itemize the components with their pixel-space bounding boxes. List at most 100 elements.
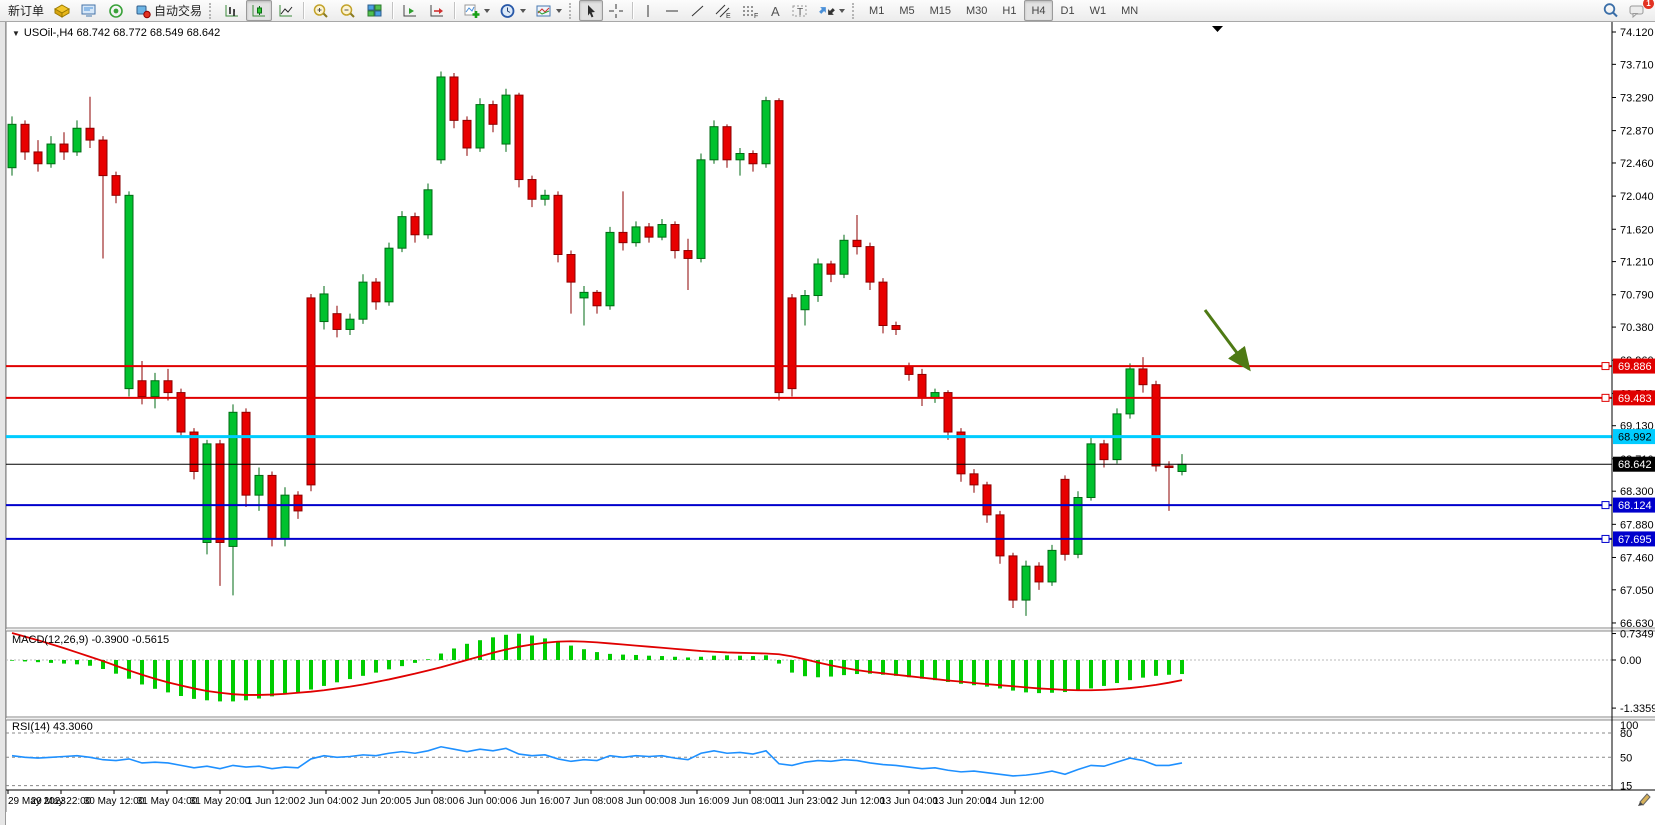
svg-text:67.880: 67.880 (1620, 519, 1654, 531)
channel-icon: E (714, 3, 732, 19)
candlestick-chart-button[interactable] (246, 0, 272, 21)
svg-text:15: 15 (1620, 781, 1632, 793)
svg-text:2 Jun 04:00: 2 Jun 04:00 (300, 796, 353, 807)
chart-shift-icon (401, 3, 419, 19)
timeframe-toolbar: M1M5M15M30H1H4D1W1MN (862, 0, 1145, 21)
terminal-monitor-icon (80, 3, 98, 19)
svg-text:71.620: 71.620 (1620, 224, 1654, 236)
svg-text:72.040: 72.040 (1620, 191, 1654, 203)
vertical-line-button[interactable] (637, 0, 659, 21)
toolbar-separator (454, 2, 455, 19)
templates-button[interactable] (531, 0, 566, 21)
price-chart[interactable]: 74.12073.71073.29072.87072.46072.04071.6… (6, 22, 1655, 825)
candlestick-chart-icon (250, 3, 268, 19)
svg-text:67.460: 67.460 (1620, 552, 1654, 564)
toolbar-grip (852, 3, 857, 19)
bar-chart-button[interactable] (219, 0, 245, 21)
toolbar-grip (209, 3, 214, 19)
svg-text:50: 50 (1620, 752, 1632, 764)
terminal-button[interactable] (76, 0, 102, 21)
signals-icon (107, 3, 125, 19)
zoom-in-button[interactable] (308, 0, 334, 21)
svg-text:5 Jun 08:00: 5 Jun 08:00 (406, 796, 459, 807)
svg-text:30 May 12:00: 30 May 12:00 (84, 796, 145, 807)
line-chart-button[interactable] (273, 0, 299, 21)
chart-menu-icon[interactable]: ▼ (12, 29, 20, 38)
chevron-down-icon (839, 9, 845, 16)
timeframe-D1[interactable]: D1 (1054, 0, 1082, 21)
svg-text:69.483: 69.483 (1618, 393, 1652, 405)
svg-text:68.992: 68.992 (1618, 432, 1652, 444)
macd-name: MACD(12,26,9) (12, 634, 88, 646)
svg-text:E: E (726, 13, 731, 19)
indicators-icon (463, 3, 481, 19)
svg-text:T: T (797, 7, 803, 18)
main-toolbar: 新订单 自动交易 E F A T M1M5M15M30H1H4D1W1MN 1 (0, 0, 1655, 22)
crosshair-icon (608, 3, 624, 19)
tile-windows-icon (366, 3, 384, 19)
svg-text:9 Jun 08:00: 9 Jun 08:00 (724, 796, 777, 807)
svg-text:14 Jun 12:00: 14 Jun 12:00 (986, 796, 1044, 807)
svg-text:0.7349: 0.7349 (1620, 629, 1654, 641)
svg-text:6 Jun 16:00: 6 Jun 16:00 (512, 796, 565, 807)
auto-trading-button[interactable]: 自动交易 (130, 0, 206, 21)
macd-indicator-label: MACD(12,26,9) -0.3900 -0.5615 (12, 634, 169, 646)
timeframe-M5[interactable]: M5 (892, 0, 921, 21)
timeframe-MN[interactable]: MN (1114, 0, 1145, 21)
svg-text:71.210: 71.210 (1620, 257, 1654, 269)
trendline-button[interactable] (685, 0, 709, 21)
svg-text:74.120: 74.120 (1620, 27, 1654, 39)
auto-scroll-button[interactable] (424, 0, 450, 21)
new-order-label: 新订单 (8, 2, 44, 19)
indicators-button[interactable] (459, 0, 494, 21)
svg-text:2 Jun 20:00: 2 Jun 20:00 (353, 796, 406, 807)
timeframe-M1[interactable]: M1 (862, 0, 891, 21)
templates-icon (535, 3, 553, 19)
tile-windows-button[interactable] (362, 0, 388, 21)
text-label-button[interactable]: T (787, 0, 813, 21)
timeframe-M30[interactable]: M30 (959, 0, 994, 21)
chart-title[interactable]: ▼USOil-,H4 68.742 68.772 68.549 68.642 (12, 27, 220, 39)
crosshair-button[interactable] (604, 0, 628, 21)
cursor-icon (583, 3, 599, 19)
periods-clock-icon (499, 3, 517, 19)
horizontal-line-button[interactable] (660, 0, 684, 21)
timeframe-M15[interactable]: M15 (923, 0, 958, 21)
svg-text:67.050: 67.050 (1620, 585, 1654, 597)
fibonacci-button[interactable]: F (737, 0, 763, 21)
svg-text:-1.3359: -1.3359 (1620, 703, 1655, 715)
fibonacci-icon: F (741, 3, 759, 19)
text-icon: A (768, 3, 782, 19)
notification-count-badge: 1 (1643, 0, 1654, 9)
svg-text:73.290: 73.290 (1620, 92, 1654, 104)
search-button[interactable] (1598, 0, 1624, 21)
text-label-icon: T (791, 3, 809, 19)
notifications-button[interactable]: 1 (1625, 0, 1651, 21)
periods-button[interactable] (495, 0, 530, 21)
vertical-line-icon (641, 3, 655, 19)
zoom-out-button[interactable] (335, 0, 361, 21)
svg-text:1 Jun 12:00: 1 Jun 12:00 (247, 796, 300, 807)
gold-cube-icon (53, 3, 71, 19)
text-button[interactable]: A (764, 0, 786, 21)
toolbar-separator (392, 2, 393, 19)
svg-text:68.300: 68.300 (1620, 486, 1654, 498)
timeframe-H4[interactable]: H4 (1024, 0, 1052, 21)
svg-text:67.695: 67.695 (1618, 534, 1652, 546)
line-chart-icon (277, 3, 295, 19)
trendline-icon (689, 3, 705, 19)
cursor-button[interactable] (579, 0, 603, 21)
channel-button[interactable]: E (710, 0, 736, 21)
timeframe-W1[interactable]: W1 (1083, 0, 1114, 21)
auto-scroll-icon (428, 3, 446, 19)
svg-text:11 Jun 23:00: 11 Jun 23:00 (774, 796, 832, 807)
gold-cube-button[interactable] (49, 0, 75, 21)
arrows-button[interactable] (814, 0, 849, 21)
chart-shift-button[interactable] (397, 0, 423, 21)
svg-text:31 May 20:00: 31 May 20:00 (190, 796, 251, 807)
svg-text:80: 80 (1620, 728, 1632, 740)
signals-button[interactable] (103, 0, 129, 21)
timeframe-H1[interactable]: H1 (995, 0, 1023, 21)
chevron-down-icon (556, 9, 562, 16)
new-order-button[interactable]: 新订单 (4, 0, 48, 21)
